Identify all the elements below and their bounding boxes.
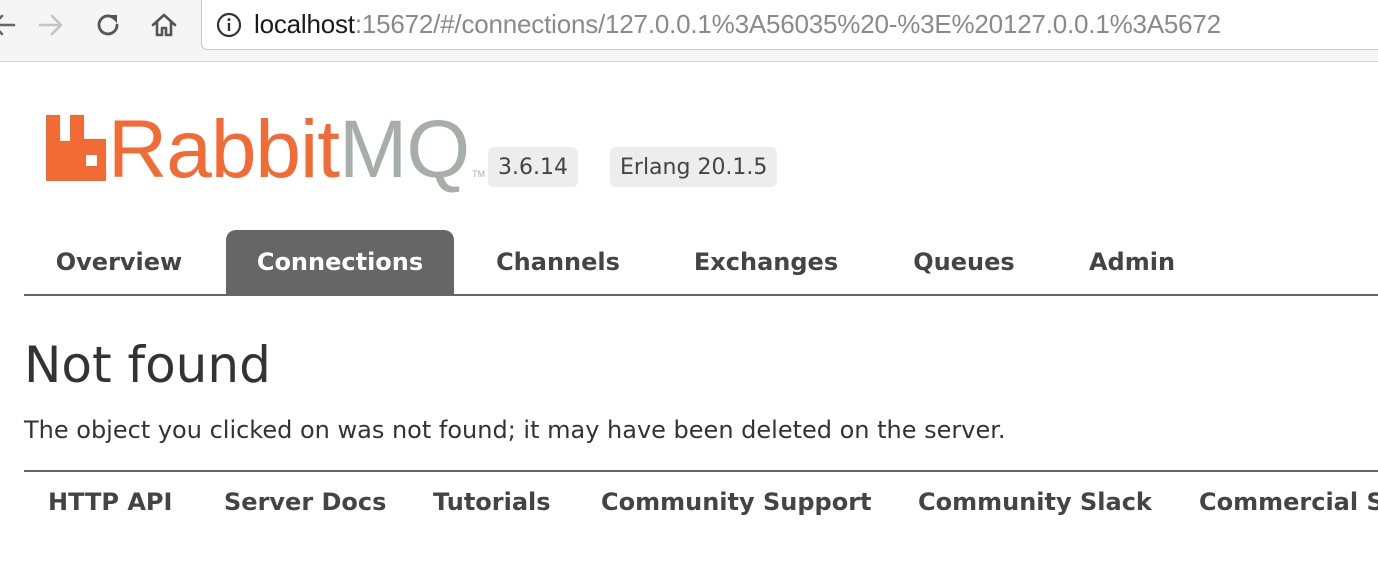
footer-link-commercial-support[interactable]: Commercial Support [1199, 488, 1378, 516]
logo-rabbit-text: Rabbit [108, 104, 340, 195]
footer-link-server-docs[interactable]: Server Docs [224, 488, 386, 516]
footer-link-community-support[interactable]: Community Support [601, 488, 872, 516]
not-found-message: The object you clicked on was not found;… [24, 416, 1006, 444]
tab-overview[interactable]: Overview [24, 230, 214, 294]
footer-link-tutorials[interactable]: Tutorials [433, 488, 551, 516]
rabbitmq-logo[interactable]: RabbitMQ TM [46, 109, 486, 191]
tab-exchanges[interactable]: Exchanges [666, 230, 866, 294]
rabbitmq-logo-icon [46, 115, 106, 181]
url-text[interactable]: localhost:15672/#/connections/127.0.0.1%… [254, 9, 1221, 40]
erlang-version-badge: Erlang 20.1.5 [610, 147, 778, 187]
page-title: Not found [24, 336, 271, 394]
reload-icon[interactable] [91, 8, 125, 42]
browser-toolbar: localhost:15672/#/connections/127.0.0.1%… [0, 0, 1378, 62]
version-badge: 3.6.14 [488, 147, 578, 187]
url-path: :15672/#/connections/127.0.0.1%3A56035%2… [354, 9, 1221, 39]
tab-channels[interactable]: Channels [468, 230, 648, 294]
url-host: localhost [254, 9, 355, 39]
footer-link-community-slack[interactable]: Community Slack [918, 488, 1152, 516]
footer-links: HTTP API Server Docs Tutorials Community… [24, 470, 1378, 540]
logo-mq-text: MQ [339, 104, 470, 195]
home-icon[interactable] [147, 8, 181, 42]
tab-connections[interactable]: Connections [226, 230, 454, 294]
forward-arrow-icon[interactable] [34, 8, 68, 42]
logo-trademark: TM [472, 169, 486, 179]
info-icon[interactable] [216, 12, 242, 38]
tab-admin[interactable]: Admin [1064, 230, 1200, 294]
footer-link-http-api[interactable]: HTTP API [48, 488, 172, 516]
back-arrow-icon[interactable] [0, 8, 20, 42]
address-bar[interactable]: localhost:15672/#/connections/127.0.0.1%… [201, 0, 1378, 50]
main-tabs: Overview Connections Channels Exchanges … [24, 230, 1378, 296]
tab-queues[interactable]: Queues [896, 230, 1032, 294]
